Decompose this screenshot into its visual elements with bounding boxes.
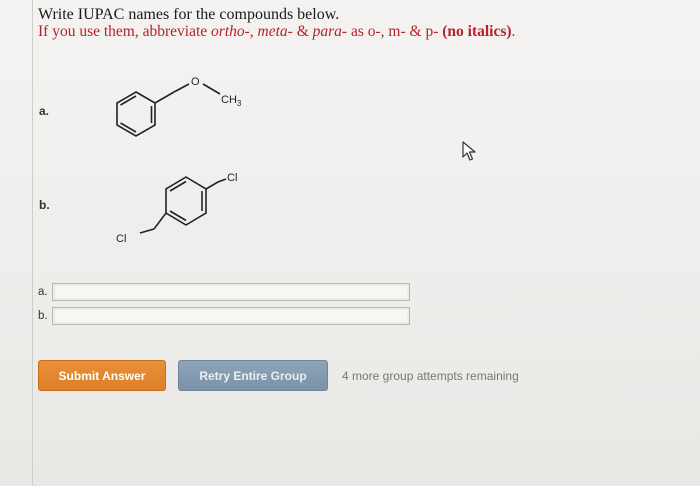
bond-ring-ch2 bbox=[154, 91, 175, 104]
atom-oxygen: O bbox=[191, 76, 200, 88]
submit-answer-button[interactable]: Submit Answer bbox=[38, 360, 166, 391]
question-title: Write IUPAC names for the compounds belo… bbox=[38, 6, 340, 23]
question-instructions: If you use them, abbreviate ortho-, meta… bbox=[38, 23, 515, 41]
double-bond bbox=[169, 210, 187, 222]
bond-ch2-cl bbox=[217, 178, 227, 183]
bond-cl-tail bbox=[139, 228, 155, 234]
compound-b-structure: Cl Cl bbox=[116, 172, 237, 245]
compound-a-structure: O CH3 bbox=[116, 76, 242, 137]
answer-label-b: b. bbox=[38, 310, 48, 322]
atom-chlorine-top: Cl bbox=[227, 172, 237, 184]
compound-b-label: b. bbox=[39, 198, 50, 212]
page: Write IUPAC names for the compounds belo… bbox=[0, 0, 700, 486]
benzene-ring bbox=[116, 91, 156, 137]
answer-row-b: b. bbox=[38, 306, 410, 326]
instr-sep1: , bbox=[249, 23, 258, 40]
bond-o-ch3 bbox=[202, 83, 221, 95]
atom-methyl-sub: 3 bbox=[237, 99, 242, 108]
instr-no-italics: (no italics) bbox=[442, 23, 512, 40]
atom-methyl-ch: CH bbox=[221, 94, 237, 106]
atom-methyl: CH3 bbox=[221, 94, 242, 108]
instr-meta: meta- bbox=[257, 23, 293, 40]
instr-ortho: ortho- bbox=[211, 23, 250, 40]
answer-input-b[interactable] bbox=[52, 307, 410, 325]
bond-ch2-o bbox=[173, 83, 190, 93]
double-bond bbox=[169, 180, 187, 192]
bond-ring-ch2 bbox=[205, 181, 219, 190]
instr-sep2: & bbox=[292, 23, 313, 40]
compound-a-label: a. bbox=[39, 104, 50, 118]
instr-prefix: If you use them, abbreviate bbox=[38, 23, 212, 40]
answer-input-a[interactable] bbox=[52, 283, 410, 301]
answer-label-a: a. bbox=[38, 286, 48, 298]
bond-ring-cl bbox=[153, 212, 167, 230]
mouse-cursor-icon bbox=[462, 141, 476, 161]
instr-middle: as o-, m- & p- bbox=[347, 23, 443, 40]
atom-chlorine-bottom: Cl bbox=[116, 233, 126, 245]
instr-para: para- bbox=[312, 23, 348, 40]
instr-suffix: . bbox=[511, 23, 516, 40]
benzene-ring bbox=[165, 176, 207, 226]
answer-row-a: a. bbox=[38, 282, 410, 302]
attempts-remaining-text: 4 more group attempts remaining bbox=[342, 369, 519, 383]
retry-entire-group-button[interactable]: Retry Entire Group bbox=[178, 360, 328, 391]
